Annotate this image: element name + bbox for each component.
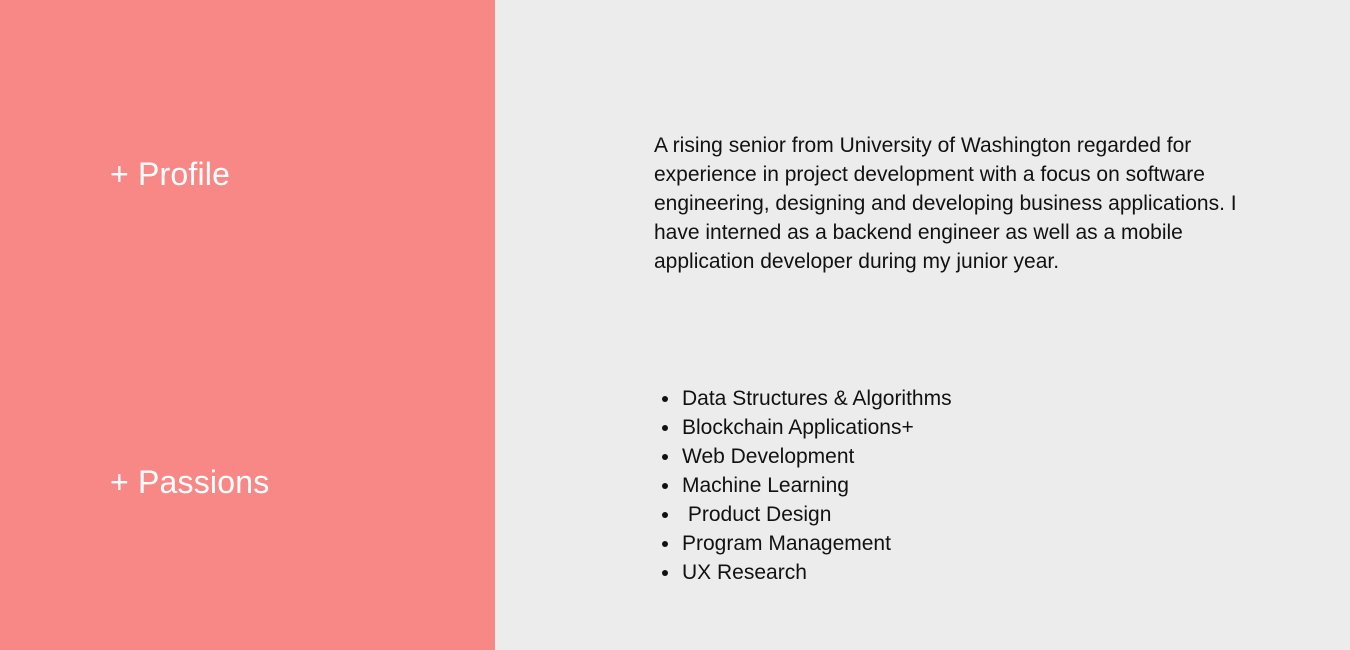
passions-list: Data Structures & Algorithms Blockchain … (654, 384, 1154, 587)
passion-item: Program Management (654, 529, 1154, 558)
left-panel (0, 0, 495, 650)
passions-heading: + Passions (110, 464, 270, 500)
profile-heading: + Profile (110, 156, 231, 192)
passion-item: UX Research (654, 558, 1154, 587)
passion-item: Blockchain Applications+ (654, 413, 1154, 442)
passion-item: Product Design (654, 500, 1154, 529)
profile-description: A rising senior from University of Washi… (654, 134, 1237, 273)
passion-item: Machine Learning (654, 471, 1154, 500)
passion-item: Web Development (654, 442, 1154, 471)
passion-item: Data Structures & Algorithms (654, 384, 1154, 413)
